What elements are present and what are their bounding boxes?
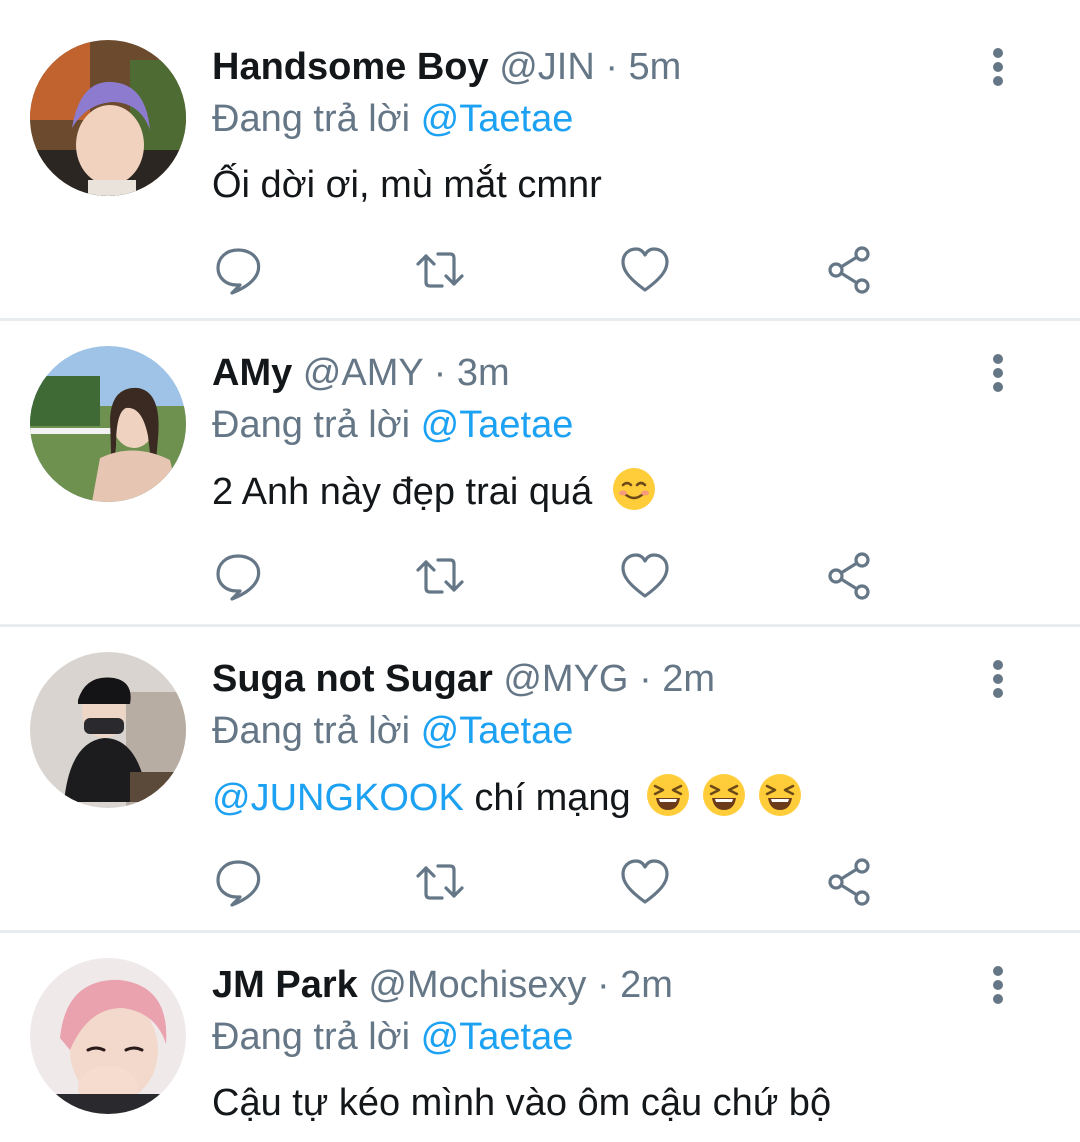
avatar[interactable]	[30, 346, 186, 502]
tweet-text: Cậu tự kéo mình vào ôm cậu chứ bộ	[212, 1082, 832, 1124]
more-options-icon[interactable]	[986, 962, 1010, 1008]
username[interactable]: @Mochisexy	[368, 964, 586, 1006]
username[interactable]: @JIN	[499, 46, 595, 88]
tweet-card[interactable]: AMy @AMY · 3m Đang trả lời @Taetae 2 Anh…	[0, 306, 1080, 612]
avatar-photo-black-cap	[30, 652, 186, 808]
reply-icon[interactable]	[210, 242, 266, 298]
replying-to: Đang trả lời @Taetae	[212, 1014, 573, 1060]
tweet-text-mention[interactable]: @JUNGKOOK	[212, 777, 464, 819]
timestamp[interactable]: 3m	[457, 352, 510, 394]
share-icon[interactable]	[822, 854, 878, 910]
replying-to-label: Đang trả lời	[212, 98, 411, 140]
retweet-icon[interactable]	[412, 548, 468, 604]
tweet-text: @JUNGKOOK chí mạng	[212, 772, 813, 823]
more-options-icon[interactable]	[986, 656, 1010, 702]
retweet-icon[interactable]	[412, 242, 468, 298]
tweet-header: JM Park @Mochisexy · 2m	[212, 962, 673, 1008]
retweet-icon[interactable]	[412, 854, 468, 910]
username[interactable]: @AMY	[303, 352, 423, 394]
replying-to: Đang trả lời @Taetae	[212, 708, 573, 754]
reply-icon[interactable]	[210, 854, 266, 910]
share-icon[interactable]	[822, 242, 878, 298]
tweet-card[interactable]: JM Park @Mochisexy · 2m Đang trả lời @Ta…	[0, 918, 1080, 1142]
avatar-photo-pink-hair	[30, 958, 186, 1114]
avatar-photo-girl-outdoors	[30, 346, 186, 502]
more-options-icon[interactable]	[986, 350, 1010, 396]
display-name[interactable]: AMy	[212, 352, 292, 394]
tweet-header: Suga not Sugar @MYG · 2m	[212, 656, 715, 702]
avatar-photo-purple-hair	[30, 40, 186, 196]
display-name[interactable]: Suga not Sugar	[212, 658, 493, 700]
like-icon[interactable]	[617, 242, 673, 298]
replying-to-mention[interactable]: @Taetae	[421, 1016, 574, 1058]
reply-icon[interactable]	[210, 548, 266, 604]
more-options-icon[interactable]	[986, 44, 1010, 90]
tweet-text: Ối dời ơi, mù mắt cmnr	[212, 164, 602, 206]
reply-feed: Handsome Boy @JIN · 5m Đang trả lời @Tae…	[0, 0, 1080, 1142]
tweet-text: 2 Anh này đẹp trai quá	[212, 466, 667, 517]
replying-to-label: Đang trả lời	[212, 1016, 411, 1058]
timestamp[interactable]: 2m	[662, 658, 715, 700]
smiling-face-emoji	[611, 466, 657, 512]
tweet-actions	[0, 548, 1080, 608]
laughing-face-emoji	[645, 772, 691, 818]
replying-to-mention[interactable]: @Taetae	[421, 98, 574, 140]
tweet-text-content: chí mạng	[474, 777, 631, 819]
share-icon[interactable]	[822, 548, 878, 604]
separator-dot: ·	[596, 964, 621, 1006]
avatar[interactable]	[30, 40, 186, 196]
replying-to: Đang trả lời @Taetae	[212, 96, 573, 142]
timestamp[interactable]: 5m	[629, 46, 682, 88]
display-name[interactable]: Handsome Boy	[212, 46, 489, 88]
display-name[interactable]: JM Park	[212, 964, 358, 1006]
replying-to-label: Đang trả lời	[212, 404, 411, 446]
tweet-text-content: 2 Anh này đẹp trai quá	[212, 471, 593, 513]
laughing-face-emoji	[701, 772, 747, 818]
avatar[interactable]	[30, 652, 186, 808]
separator-dot: ·	[605, 46, 629, 88]
replying-to: Đang trả lời @Taetae	[212, 402, 573, 448]
tweet-card[interactable]: Handsome Boy @JIN · 5m Đang trả lời @Tae…	[0, 0, 1080, 306]
tweet-actions	[0, 854, 1080, 914]
replying-to-mention[interactable]: @Taetae	[421, 710, 574, 752]
replying-to-mention[interactable]: @Taetae	[421, 404, 574, 446]
separator-dot: ·	[433, 352, 457, 394]
username[interactable]: @MYG	[503, 658, 628, 700]
tweet-actions	[0, 242, 1080, 302]
timestamp[interactable]: 2m	[620, 964, 673, 1006]
avatar[interactable]	[30, 958, 186, 1114]
like-icon[interactable]	[617, 854, 673, 910]
tweet-header: Handsome Boy @JIN · 5m	[212, 44, 681, 90]
tweet-card[interactable]: Suga not Sugar @MYG · 2m Đang trả lời @T…	[0, 612, 1080, 918]
like-icon[interactable]	[617, 548, 673, 604]
laughing-face-emoji	[757, 772, 803, 818]
separator-dot: ·	[639, 658, 663, 700]
tweet-header: AMy @AMY · 3m	[212, 350, 510, 396]
replying-to-label: Đang trả lời	[212, 710, 411, 752]
